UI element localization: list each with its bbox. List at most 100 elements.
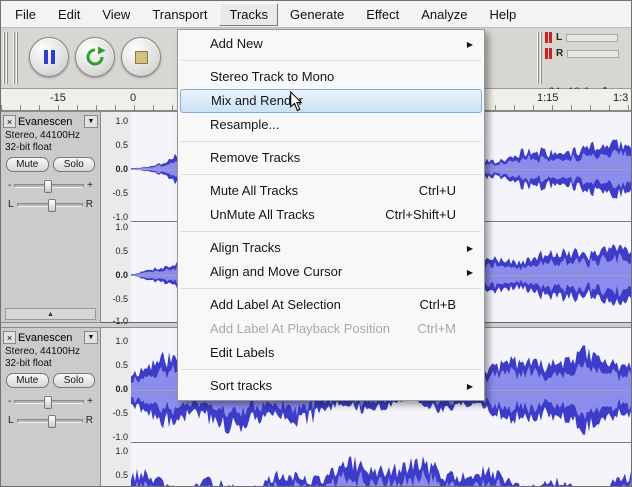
scale-label: 1.0 [115, 446, 128, 456]
menu-item-mute-all[interactable]: Mute All Tracks Ctrl+U [180, 179, 482, 203]
gain-slider-thumb[interactable] [43, 395, 52, 409]
menu-generate[interactable]: Generate [280, 3, 354, 26]
track-header: × Evanescen ▼ [3, 330, 98, 345]
mute-button[interactable]: Mute [6, 157, 49, 172]
waveform-right-channel [131, 456, 631, 486]
stop-icon [134, 50, 148, 64]
menu-analyze[interactable]: Analyze [411, 3, 477, 26]
toolbar-grip[interactable] [13, 32, 19, 84]
submenu-arrow-icon: ▶ [466, 244, 473, 253]
scale-label: 1.0 [115, 222, 128, 232]
menu-item-remove-tracks[interactable]: Remove Tracks [180, 146, 482, 170]
gain-slider-thumb[interactable] [43, 179, 52, 193]
shortcut-label: Ctrl+B [419, 297, 456, 312]
track-menu-button[interactable]: ▼ [84, 115, 98, 128]
timeline-label: 1:3 [613, 92, 629, 104]
menu-item-add-label-at-playback: Add Label At Playback Position Ctrl+M [180, 317, 482, 341]
stop-button[interactable] [121, 37, 161, 77]
scale-label: -1.0 [112, 212, 128, 222]
scale-label: 0.0 [115, 270, 128, 280]
meter-clip-bar [545, 48, 548, 59]
track-name[interactable]: Evanescen [16, 116, 84, 128]
submenu-arrow-icon: ▶ [466, 268, 473, 277]
pan-left-label: L [8, 415, 14, 426]
track-format: Stereo, 44100Hz [5, 346, 81, 357]
toolbar-grip[interactable] [3, 32, 9, 84]
submenu-arrow-icon: ▶ [466, 382, 473, 391]
pause-button[interactable] [29, 37, 69, 77]
menu-edit[interactable]: Edit [48, 3, 90, 26]
timeline-label: -15 [50, 92, 66, 104]
menu-item-resample[interactable]: Resample... [180, 113, 482, 137]
track-bit-depth: 32-bit float [5, 142, 52, 153]
shortcut-label: Ctrl+M [417, 321, 456, 336]
solo-button[interactable]: Solo [52, 373, 95, 388]
menu-separator [181, 369, 481, 370]
menu-separator [181, 60, 481, 61]
solo-button[interactable]: Solo [52, 157, 95, 172]
track-menu-button[interactable]: ▼ [84, 331, 98, 344]
scale-label: -1.0 [112, 432, 128, 442]
menu-separator [181, 288, 481, 289]
gain-slider[interactable] [14, 179, 85, 193]
pan-slider-thumb[interactable] [48, 414, 57, 428]
vertical-scale-ruler[interactable]: 1.0 0.5 0.0 -0.5 -1.0 1.0 0.5 [101, 327, 131, 486]
tracks-menu-popup: Add New ▶ Stereo Track to Mono Mix and R… [177, 29, 485, 401]
menu-view[interactable]: View [92, 3, 140, 26]
scale-label: -1.0 [112, 316, 128, 326]
menu-help[interactable]: Help [479, 3, 526, 26]
menu-item-edit-labels[interactable]: Edit Labels [180, 341, 482, 365]
track-control-panel: × Evanescen ▼ Stereo, 44100Hz 32-bit flo… [1, 111, 101, 323]
gain-slider[interactable] [14, 395, 85, 409]
track-close-button[interactable]: × [3, 331, 16, 344]
meter-clip-bar [545, 32, 548, 43]
menu-tracks[interactable]: Tracks [219, 2, 278, 26]
track-header: × Evanescen ▼ [3, 114, 98, 129]
scale-label: -0.5 [112, 188, 128, 198]
meter-right: R [545, 47, 620, 60]
menu-effect[interactable]: Effect [356, 3, 409, 26]
menu-separator [181, 174, 481, 175]
menu-item-align-tracks[interactable]: Align Tracks ▶ [180, 236, 482, 260]
menu-item-stereo-to-mono[interactable]: Stereo Track to Mono [180, 65, 482, 89]
timeline-label: 1:15 [537, 92, 559, 104]
pan-right-label: R [85, 415, 93, 426]
scale-label: 0.0 [115, 164, 128, 174]
menu-item-align-and-move-cursor[interactable]: Align and Move Cursor ▶ [180, 260, 482, 284]
track-close-button[interactable]: × [3, 115, 16, 128]
menu-item-sort-tracks[interactable]: Sort tracks ▶ [180, 374, 482, 398]
gain-plus-label: + [87, 396, 93, 407]
track-name[interactable]: Evanescen [16, 332, 84, 344]
scale-label: 0.5 [115, 140, 128, 150]
scale-label: 0.5 [115, 470, 128, 480]
mute-button[interactable]: Mute [6, 373, 49, 388]
menu-item-add-new[interactable]: Add New ▶ [180, 32, 482, 56]
pan-slider[interactable] [16, 198, 83, 212]
meter-right-label: R [556, 48, 564, 59]
menu-item-add-label-at-selection[interactable]: Add Label At Selection Ctrl+B [180, 293, 482, 317]
menu-item-unmute-all[interactable]: UnMute All Tracks Ctrl+Shift+U [180, 203, 482, 227]
meter-clip-bar [549, 32, 552, 43]
audacity-window: File Edit View Transport Tracks Generate… [0, 0, 632, 487]
vertical-scale-ruler[interactable]: 1.0 0.5 0.0 -0.5 -1.0 1.0 0.5 0.0 -0.5 -… [101, 111, 131, 326]
meter-clip-bar [549, 48, 552, 59]
menu-bar: File Edit View Transport Tracks Generate… [1, 1, 631, 28]
menu-transport[interactable]: Transport [142, 3, 217, 26]
scale-label: 1.0 [115, 116, 128, 126]
pan-left-label: L [8, 199, 14, 210]
pan-right-label: R [85, 199, 93, 210]
menu-file[interactable]: File [5, 3, 46, 26]
meter-left: L [545, 31, 619, 44]
menu-item-mix-and-render[interactable]: Mix and Render [180, 89, 482, 113]
loop-play-button[interactable] [75, 37, 115, 77]
mouse-cursor [290, 91, 303, 112]
toolbar-grip[interactable] [537, 32, 543, 84]
loop-icon [86, 46, 106, 66]
track-control-panel: × Evanescen ▼ Stereo, 44100Hz 32-bit flo… [1, 327, 101, 486]
meter-left-label: L [556, 32, 563, 43]
pan-slider[interactable] [16, 414, 83, 428]
scale-label: 1.0 [115, 336, 128, 346]
collapse-button[interactable]: ▲ [5, 308, 96, 320]
scale-label: -0.5 [112, 294, 128, 304]
pan-slider-thumb[interactable] [48, 198, 57, 212]
